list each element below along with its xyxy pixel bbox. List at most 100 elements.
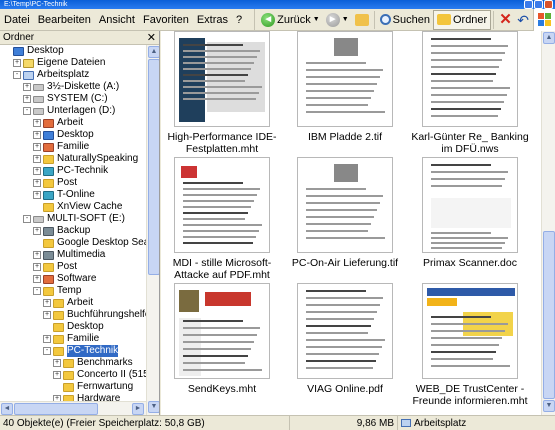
file-thumbnail[interactable] [422,31,518,127]
tree-item[interactable]: Desktop [0,45,146,57]
collapse-icon[interactable]: - [43,347,51,355]
tree-item[interactable]: + Eigene Dateien [0,57,146,69]
tree-item[interactable]: + NaturallySpeaking [0,153,146,165]
file-name[interactable]: IBM Pladde 2.tif [284,131,406,143]
expand-icon[interactable]: + [33,251,41,259]
scrollbar-thumb[interactable] [148,59,159,275]
menu-datei[interactable]: Datei [0,14,34,26]
file-tile[interactable]: SendKeys.mht [161,283,283,395]
file-thumbnail[interactable] [174,283,270,379]
menu-ansicht[interactable]: Ansicht [95,14,139,26]
scroll-right-arrow[interactable]: ► [132,403,144,415]
menu-help[interactable]: ? [232,14,246,26]
expand-icon[interactable]: + [43,311,51,319]
expand-icon[interactable]: + [53,359,61,367]
forward-button[interactable]: ► ▼ [323,10,352,30]
folder-tree-hscrollbar[interactable]: ◄ ► [0,401,146,415]
content-scrollbar[interactable]: ▲ ▼ [541,31,555,415]
tree-item[interactable]: +3½-Diskette (A:) [0,81,146,93]
search-button[interactable]: Suchen [377,10,433,30]
tree-item[interactable]: + Hardware [0,393,146,401]
file-tile[interactable]: IBM Pladde 2.tif [284,31,406,143]
file-name[interactable]: High-Performance IDE-Festplatten.mht [161,131,283,155]
collapse-icon[interactable]: - [23,215,31,223]
file-tile[interactable]: Primax Scanner.doc [409,157,531,269]
tree-item[interactable]: XnView Cache [0,201,146,213]
file-thumbnail[interactable] [297,283,393,379]
expand-icon[interactable]: + [43,299,51,307]
tree-item[interactable]: + SYSTEM (C:) [0,93,146,105]
file-tile[interactable]: High-Performance IDE-Festplatten.mht [161,31,283,155]
file-name[interactable]: PC-On-Air Lieferung.tif [284,257,406,269]
file-tile[interactable]: VIAG Online.pdf [284,283,406,395]
expand-icon[interactable]: + [33,227,41,235]
file-thumbnail[interactable] [422,283,518,379]
file-tile[interactable]: MDI - stille Microsoft-Attacke auf PDF.m… [161,157,283,281]
tree-item[interactable]: + Concerto II (5150e) [0,369,146,381]
file-thumbnail[interactable] [174,157,270,253]
tree-item[interactable]: + Arbeit [0,297,146,309]
file-name[interactable]: Karl-Günter Re_ Banking im DFÜ.nws [409,131,531,155]
expand-icon[interactable]: + [33,179,41,187]
menu-bearbeiten[interactable]: Bearbeiten [34,14,95,26]
folders-button[interactable]: Ordner [432,9,492,30]
expand-icon[interactable]: + [23,95,31,103]
undo-button[interactable]: ↶ [514,10,532,30]
tree-item[interactable]: + Familie [0,141,146,153]
file-tile[interactable]: Karl-Günter Re_ Banking im DFÜ.nws [409,31,531,155]
hscrollbar-thumb[interactable] [14,403,98,415]
scroll-up-arrow[interactable]: ▲ [148,46,159,58]
tree-item[interactable]: - Temp [0,285,146,297]
expand-icon[interactable]: + [43,335,51,343]
folder-tree-scrollbar[interactable]: ▲ ▼ [146,45,159,415]
back-button[interactable]: ◄ Zurück ▼ [258,10,323,30]
expand-icon[interactable]: + [33,155,41,163]
expand-icon[interactable]: + [13,59,21,67]
tree-item[interactable]: - PC-Technik [0,345,146,357]
up-folder-button[interactable] [352,10,372,30]
file-thumbnail[interactable] [297,157,393,253]
tree-item[interactable]: + Benchmarks [0,357,146,369]
tree-item[interactable]: + PC-Technik [0,165,146,177]
tree-item[interactable]: + Backup [0,225,146,237]
tree-item[interactable]: + Familie [0,333,146,345]
collapse-icon[interactable]: - [33,287,41,295]
file-thumbnail[interactable] [422,157,518,253]
file-name[interactable]: VIAG Online.pdf [284,383,406,395]
file-tile[interactable]: PC-On-Air Lieferung.tif [284,157,406,269]
expand-icon[interactable]: + [33,119,41,127]
file-name[interactable]: MDI - stille Microsoft-Attacke auf PDF.m… [161,257,283,281]
tree-item[interactable]: - Arbeitsplatz [0,69,146,81]
chevron-down-icon[interactable]: ▼ [342,16,349,23]
collapse-icon[interactable]: - [13,71,21,79]
expand-icon[interactable]: + [33,167,41,175]
file-tile[interactable]: WEB_DE TrustCenter - Freunde informieren… [409,283,531,407]
scrollbar-thumb[interactable] [543,231,555,399]
tree-item[interactable]: Fernwartung [0,381,146,393]
file-thumbnail[interactable] [297,31,393,127]
expand-icon[interactable]: + [23,83,31,91]
expand-icon[interactable]: + [33,131,41,139]
expand-icon[interactable]: + [33,275,41,283]
file-thumbnail[interactable] [174,31,270,127]
tree-item[interactable]: + Buchführungshelfer [0,309,146,321]
tree-item[interactable]: - Unterlagen (D:) [0,105,146,117]
file-name[interactable]: Primax Scanner.doc [409,257,531,269]
tree-item[interactable]: + T-Online [0,189,146,201]
tree-item[interactable]: + Desktop [0,129,146,141]
scroll-up-arrow[interactable]: ▲ [543,32,555,44]
collapse-icon[interactable]: - [23,107,31,115]
tree-item[interactable]: + Arbeit [0,117,146,129]
delete-button[interactable]: ✕ [496,10,514,30]
chevron-down-icon[interactable]: ▼ [313,16,320,23]
scroll-down-arrow[interactable]: ▼ [148,401,159,413]
menu-favoriten[interactable]: Favoriten [139,14,193,26]
tree-item[interactable]: + Post [0,177,146,189]
tree-item[interactable]: + Multimedia [0,249,146,261]
file-name[interactable]: SendKeys.mht [161,383,283,395]
tree-item[interactable]: - MULTI-SOFT (E:) [0,213,146,225]
file-name[interactable]: WEB_DE TrustCenter - Freunde informieren… [409,383,531,407]
expand-icon[interactable]: + [33,263,41,271]
expand-icon[interactable]: + [33,143,41,151]
tree-item[interactable]: + Software [0,273,146,285]
